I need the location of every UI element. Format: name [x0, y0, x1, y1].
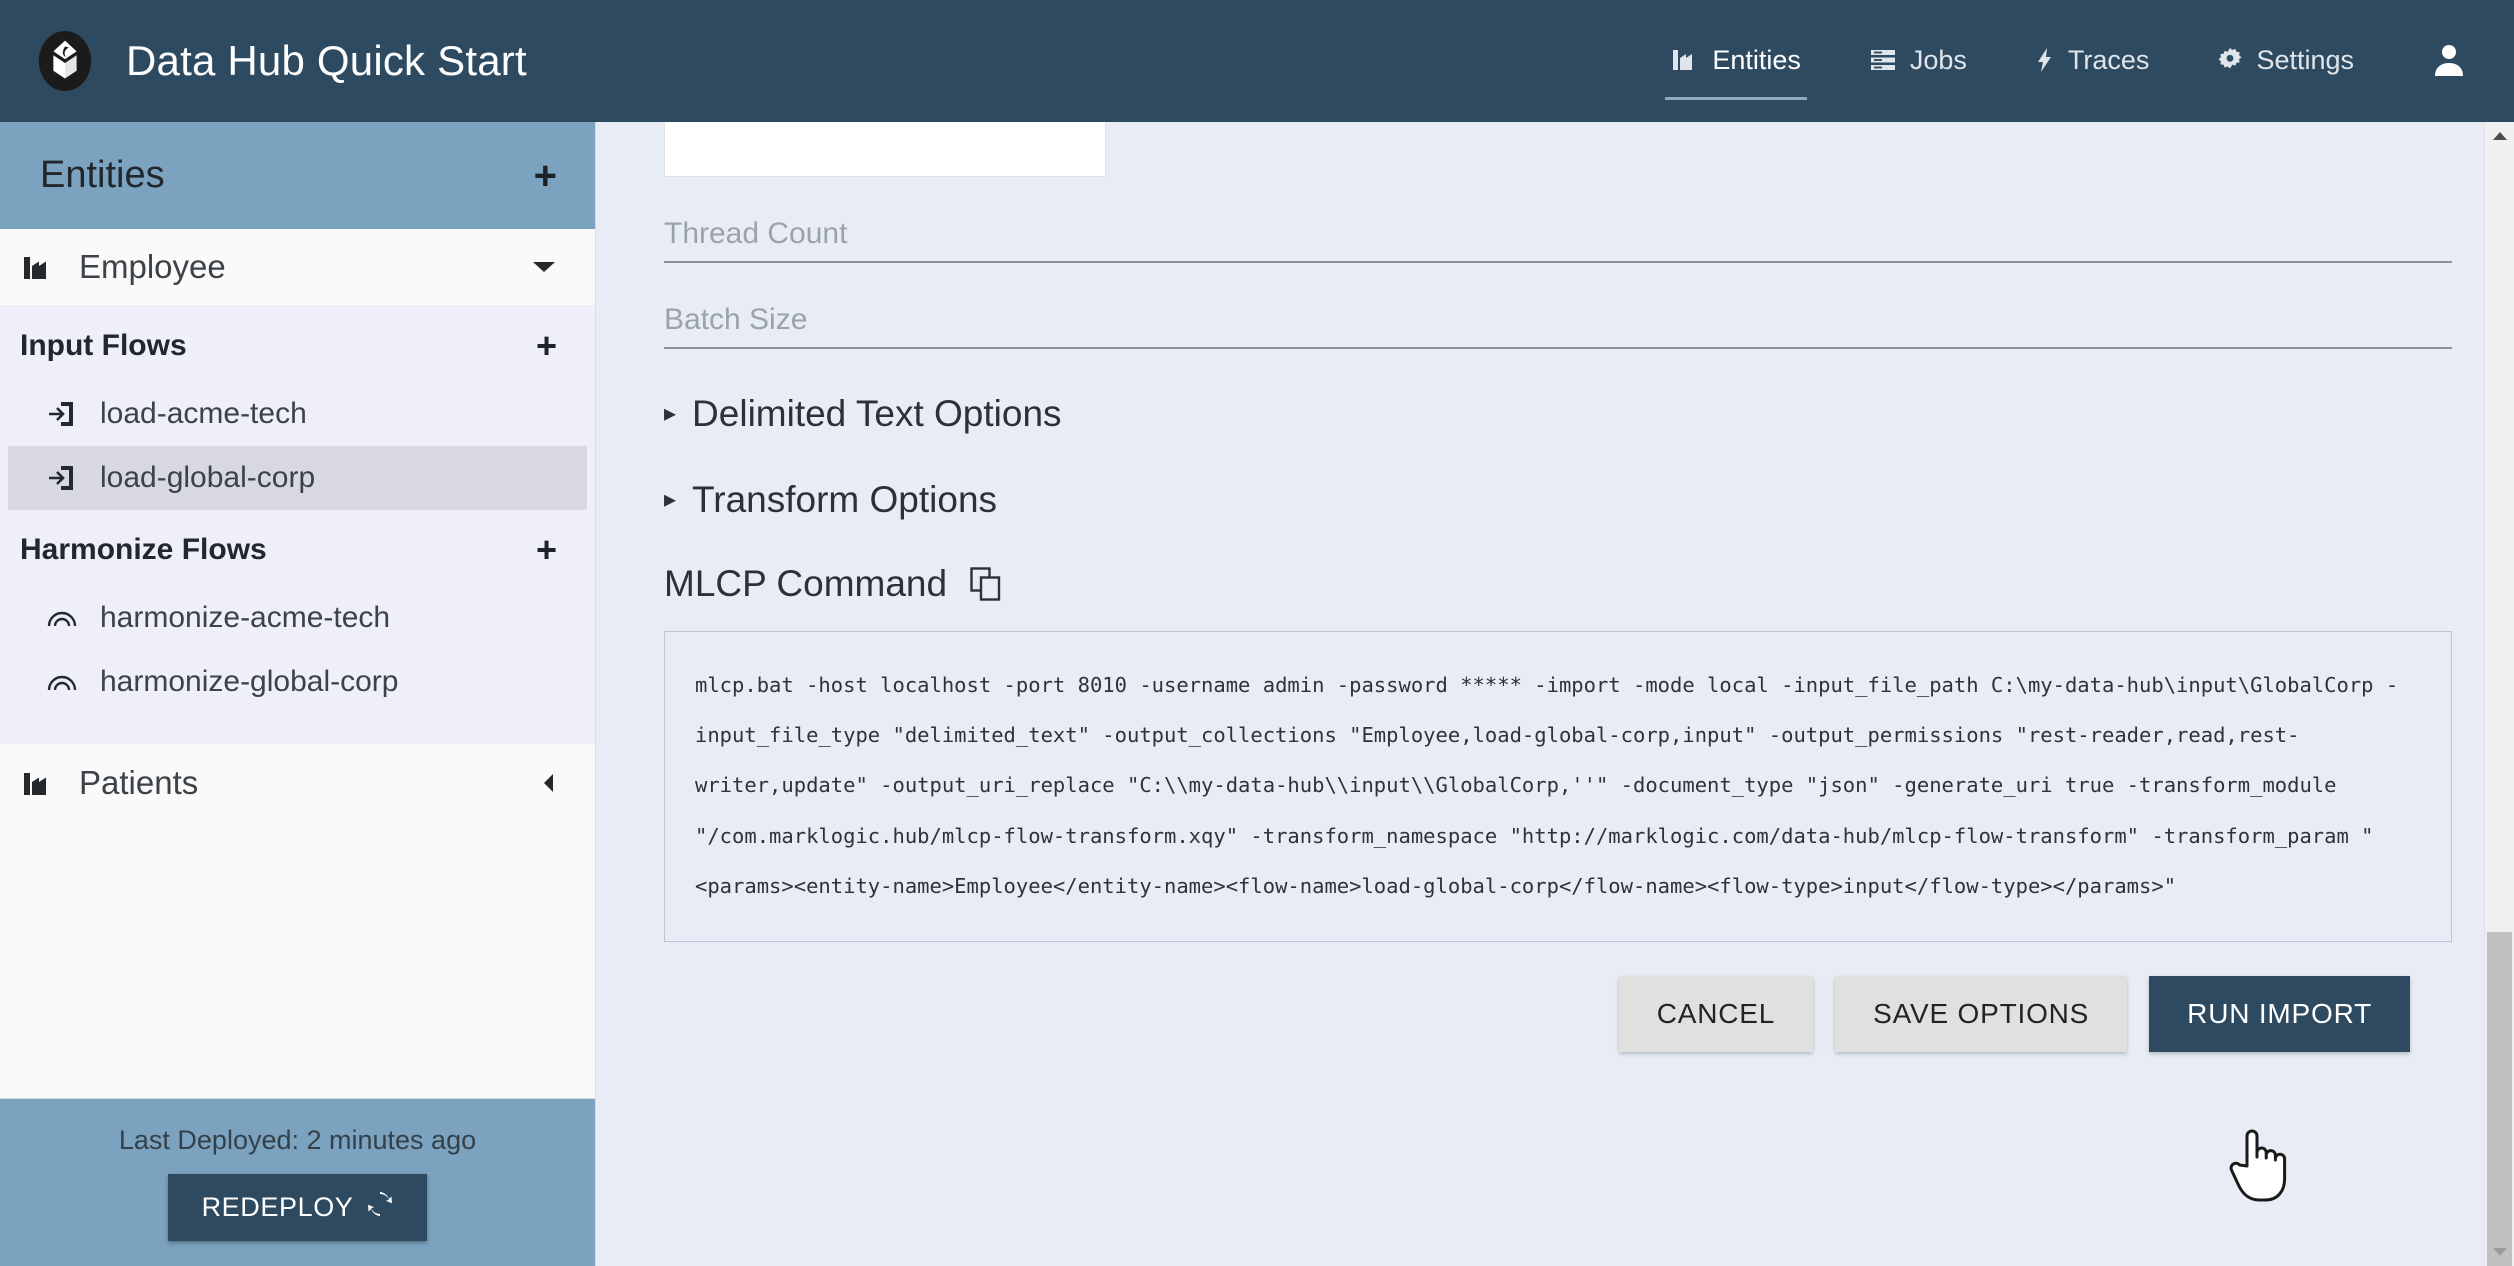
flow-settings-form: Thread Count Batch Size ▸ Delimited Text…	[664, 122, 2452, 1053]
run-import-button[interactable]: RUN IMPORT	[2149, 976, 2410, 1053]
sidebar: Entities + Employee Input Flows + load-a…	[0, 122, 596, 1266]
form-actions: CANCEL SAVE OPTIONS RUN IMPORT	[664, 976, 2452, 1053]
accordion-label: Transform Options	[692, 479, 998, 520]
nav-item-traces[interactable]: Traces	[2029, 35, 2156, 88]
lightning-bolt-icon	[2035, 47, 2055, 73]
brand[interactable]: Data Hub Quick Start	[34, 30, 527, 92]
import-flow-icon	[46, 399, 80, 429]
batch-size-label: Batch Size	[664, 303, 808, 336]
chevron-right-icon: ▸	[664, 486, 677, 513]
add-input-flow-button[interactable]: +	[536, 328, 557, 364]
sidebar-footer: Last Deployed: 2 minutes ago REDEPLOY	[0, 1098, 595, 1266]
copy-icon[interactable]	[969, 566, 1003, 602]
flow-group-employee: Input Flows + load-acme-tech load-global…	[0, 306, 595, 744]
redeploy-button[interactable]: REDEPLOY	[167, 1173, 428, 1241]
accordion-delimited-text-options[interactable]: ▸ Delimited Text Options	[664, 393, 2452, 435]
body-area: Entities + Employee Input Flows + load-a…	[0, 122, 2514, 1266]
redeploy-label: REDEPLOY	[201, 1191, 354, 1222]
sidebar-scroll-area: Employee Input Flows + load-acme-tech lo…	[0, 229, 595, 1098]
main-content: Thread Count Batch Size ▸ Delimited Text…	[596, 122, 2514, 1266]
flow-item-label: load-global-corp	[100, 461, 316, 494]
sidebar-entity-label: Patients	[79, 763, 199, 801]
nav-label-entities: Entities	[1712, 44, 1801, 75]
input-flows-title: Input Flows	[20, 329, 187, 362]
app-root: Data Hub Quick Start Entities Jobs Trace	[0, 0, 2514, 1266]
sidebar-entity-employee[interactable]: Employee	[0, 229, 595, 306]
main-nav: Entities Jobs Traces Settings	[1637, 35, 2466, 100]
add-entity-button[interactable]: +	[534, 156, 557, 196]
nav-label-traces: Traces	[2067, 44, 2150, 75]
datahub-logo-icon	[38, 30, 92, 92]
flow-item-label: load-acme-tech	[100, 397, 307, 430]
flow-item-harmonize-global-corp[interactable]: harmonize-global-corp	[8, 650, 587, 714]
last-deployed-status: Last Deployed: 2 minutes ago	[118, 1124, 477, 1155]
add-harmonize-flow-button[interactable]: +	[536, 532, 557, 568]
import-flow-icon	[46, 463, 80, 493]
sidebar-entity-label: Employee	[79, 248, 226, 285]
nav-item-settings[interactable]: Settings	[2211, 35, 2360, 88]
gear-icon	[2217, 47, 2243, 73]
harmonize-flows-title: Harmonize Flows	[20, 533, 267, 566]
sidebar-header: Entities +	[0, 122, 595, 229]
harmonize-flow-icon	[46, 606, 80, 630]
factory-icon	[22, 769, 62, 797]
nav-label-settings: Settings	[2256, 44, 2354, 75]
user-avatar-icon	[2432, 42, 2466, 81]
nav-item-jobs[interactable]: Jobs	[1863, 35, 1973, 88]
partially-scrolled-field[interactable]	[664, 122, 1106, 177]
vertical-scrollbar[interactable]	[2484, 122, 2514, 1266]
app-title: Data Hub Quick Start	[126, 37, 527, 84]
factory-icon	[22, 253, 62, 281]
flow-item-load-acme-tech[interactable]: load-acme-tech	[8, 382, 587, 446]
sidebar-title: Entities	[40, 154, 165, 196]
accordion-transform-options[interactable]: ▸ Transform Options	[664, 479, 2452, 521]
flow-item-harmonize-acme-tech[interactable]: harmonize-acme-tech	[8, 586, 587, 650]
server-list-icon	[1869, 47, 1897, 73]
harmonize-flow-icon	[46, 670, 80, 694]
chevron-down-icon[interactable]	[531, 259, 557, 275]
chevron-right-icon: ▸	[664, 400, 677, 427]
mlcp-command-text[interactable]: mlcp.bat -host localhost -port 8010 -use…	[664, 631, 2452, 943]
chevron-left-icon[interactable]	[541, 772, 557, 794]
flow-item-load-global-corp[interactable]: load-global-corp	[8, 446, 587, 510]
input-flows-header: Input Flows +	[0, 306, 595, 382]
factory-icon	[1671, 47, 1699, 73]
thread-count-field[interactable]: Thread Count	[664, 217, 2452, 263]
flow-item-label: harmonize-global-corp	[100, 665, 399, 698]
mlcp-command-header: MLCP Command	[664, 563, 2452, 605]
flow-item-label: harmonize-acme-tech	[100, 601, 391, 634]
scroll-up-arrow-icon[interactable]	[2485, 122, 2514, 150]
cancel-button[interactable]: CANCEL	[1618, 976, 1814, 1053]
nav-label-jobs: Jobs	[1909, 44, 1967, 75]
sidebar-entity-patients[interactable]: Patients	[0, 744, 595, 821]
batch-size-field[interactable]: Batch Size	[664, 303, 2452, 349]
nav-item-entities[interactable]: Entities	[1665, 35, 1807, 100]
scrollbar-thumb[interactable]	[2487, 932, 2512, 1266]
harmonize-flows-header: Harmonize Flows +	[0, 510, 595, 586]
mlcp-command-title: MLCP Command	[664, 563, 948, 604]
accordion-label: Delimited Text Options	[692, 393, 1062, 434]
thread-count-label: Thread Count	[664, 217, 848, 250]
scroll-down-arrow-icon[interactable]	[2485, 1238, 2514, 1266]
top-navigation-bar: Data Hub Quick Start Entities Jobs Trace	[0, 0, 2514, 122]
refresh-icon	[367, 1191, 393, 1224]
user-avatar-button[interactable]	[2432, 42, 2466, 81]
save-options-button[interactable]: SAVE OPTIONS	[1835, 976, 2128, 1053]
